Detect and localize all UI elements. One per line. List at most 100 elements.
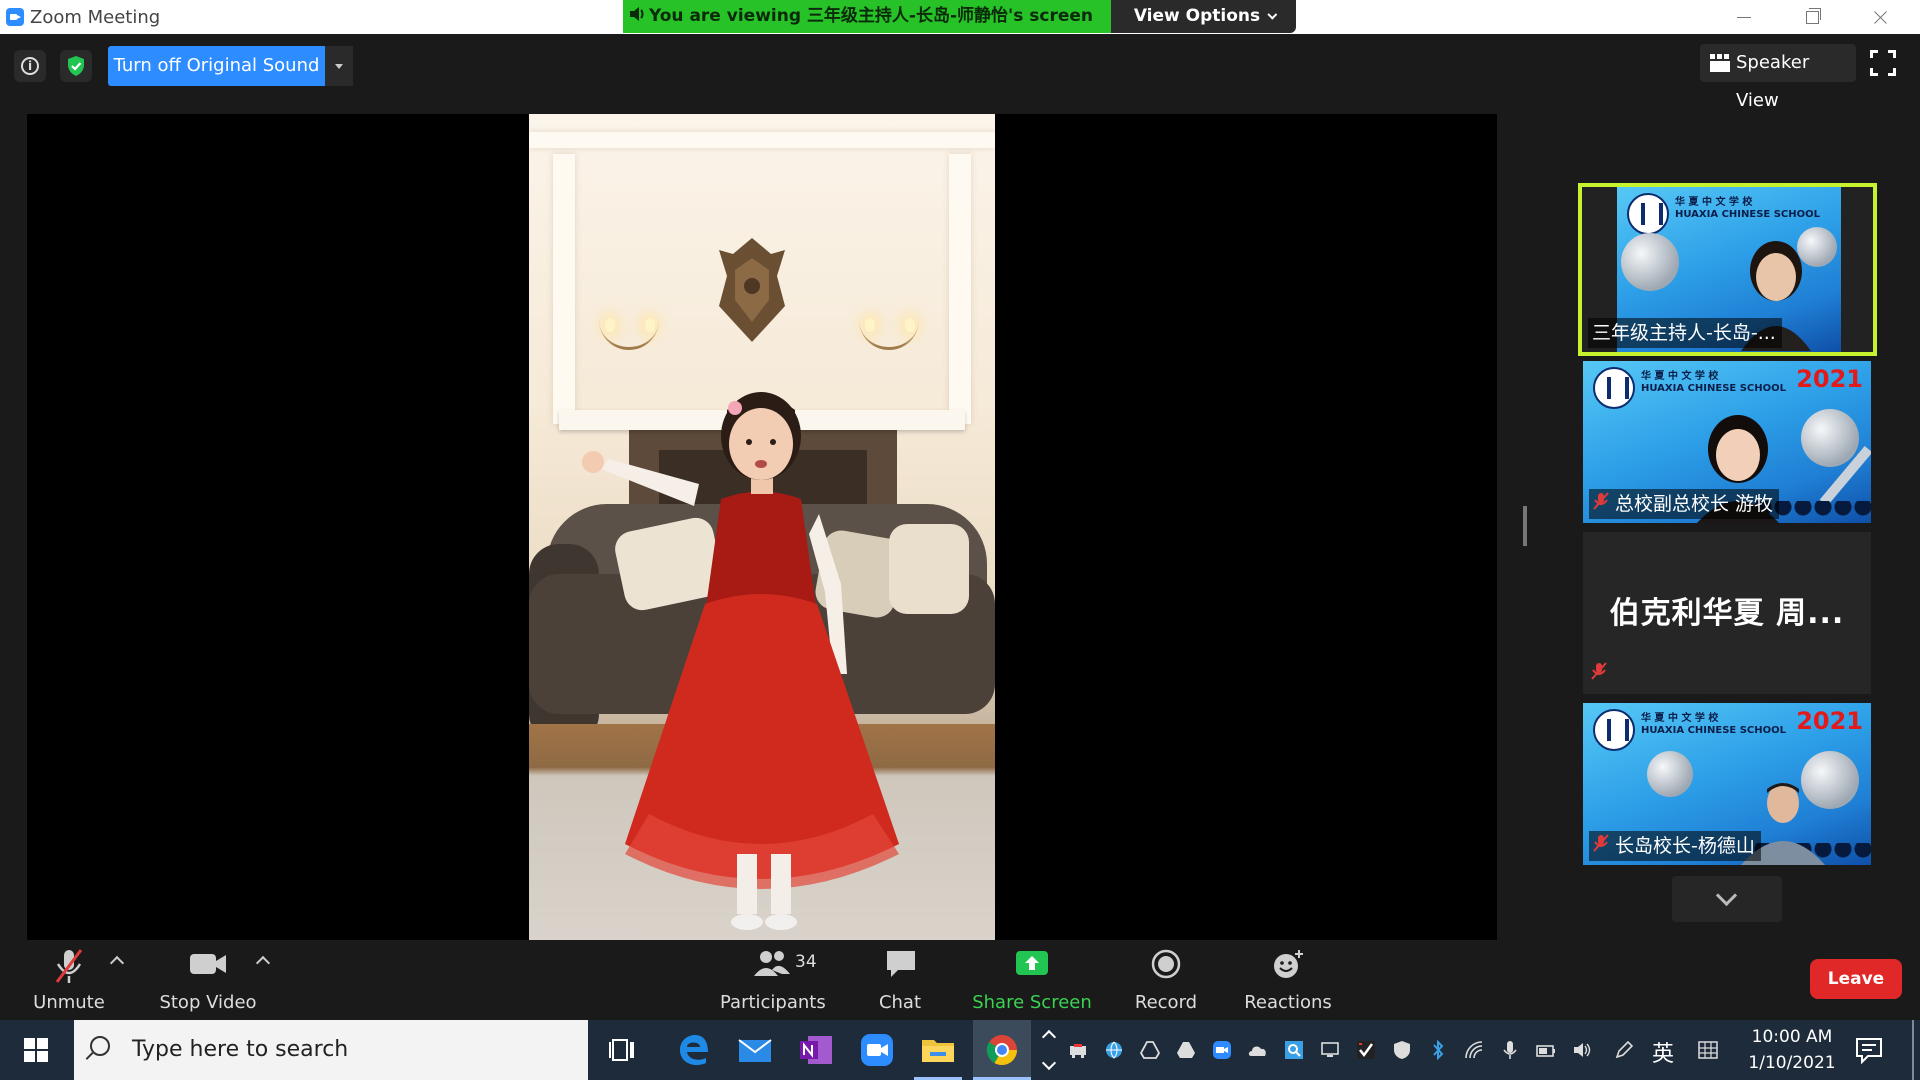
display-icon[interactable] (1320, 1040, 1340, 1060)
participants-icon (754, 951, 790, 976)
close-window-button[interactable] (1852, 0, 1908, 34)
school-name-en: HUAXIA CHINESE SCHOOL (1675, 209, 1820, 220)
video-camera-icon (190, 954, 226, 974)
audio-options-caret[interactable] (109, 955, 125, 971)
bluetooth-icon[interactable] (1428, 1040, 1448, 1060)
viewing-screen-banner: You are viewing 三年级主持人-长岛-师静怡's screen (623, 0, 1111, 33)
view-options-label: View Options (1133, 6, 1261, 26)
mail-icon[interactable] (737, 1032, 773, 1068)
zoom-tray-icon[interactable] (1212, 1040, 1232, 1060)
school-name: 华 夏 中 文 学 校 (1675, 197, 1753, 208)
participant-video-tile[interactable]: 华 夏 中 文 学 校 HUAXIA CHINESE SCHOOL 2021 长岛… (1583, 703, 1871, 865)
window-title-bar: Zoom Meeting You are viewing 三年级主持人-长岛-师… (0, 0, 1920, 34)
chevron-down-icon (1267, 9, 1278, 20)
leave-meeting-button[interactable]: Leave (1810, 959, 1902, 999)
taskbar-clock[interactable]: 10:00 AM 1/10/2021 (1736, 1024, 1848, 1076)
taskbar-search-box[interactable]: Type here to search (74, 1020, 588, 1080)
share-screen-icon (1016, 951, 1048, 975)
view-options-button[interactable]: View Options (1111, 0, 1296, 33)
input-language-indicator[interactable]: 英 (1652, 1036, 1674, 1068)
ime-mode-icon[interactable] (1698, 1040, 1718, 1060)
wifi-icon[interactable] (1464, 1040, 1484, 1060)
scroll-thumbnails-down-button[interactable] (1672, 876, 1782, 922)
show-desktop-button[interactable] (1912, 1020, 1914, 1080)
speaker-view-button[interactable]: Speaker View (1700, 44, 1856, 111)
chrome-icon (986, 1035, 1017, 1066)
info-icon: i (21, 57, 39, 75)
school-logo (1593, 709, 1635, 751)
chat-button[interactable]: Chat (860, 942, 940, 1020)
chat-bubble-icon (887, 951, 915, 977)
record-button[interactable]: Record (1124, 942, 1208, 1020)
participants-count: 34 (795, 952, 817, 972)
fullscreen-icon[interactable] (1870, 50, 1896, 76)
banner-year: 2021 (1796, 707, 1863, 735)
reactions-button[interactable]: Reactions (1238, 942, 1338, 1020)
google-drive-icon[interactable] (1140, 1040, 1160, 1060)
school-name-en: HUAXIA CHINESE SCHOOL (1641, 383, 1786, 394)
school-logo (1627, 193, 1669, 235)
search-icon (90, 1036, 110, 1056)
school-name-en: HUAXIA CHINESE SCHOOL (1641, 725, 1786, 736)
start-button[interactable] (0, 1020, 70, 1080)
panel-resize-handle[interactable] (1523, 506, 1527, 546)
security-shield-icon[interactable] (1392, 1040, 1412, 1060)
record-icon (1151, 949, 1181, 979)
volume-icon[interactable] (1572, 1040, 1592, 1060)
microphone-icon[interactable] (1500, 1040, 1520, 1060)
shield-check-icon (68, 56, 84, 76)
checkmark-app-icon[interactable] (1356, 1040, 1376, 1060)
participant-video-tile[interactable]: 华 夏 中 文 学 校 HUAXIA CHINESE SCHOOL 2021 总校… (1583, 361, 1871, 523)
turn-off-original-sound-button[interactable]: Turn off Original Sound (108, 46, 325, 86)
window-title: Zoom Meeting (30, 7, 161, 28)
chat-label: Chat (878, 992, 922, 1013)
security-button[interactable] (60, 50, 92, 82)
task-view-icon[interactable] (605, 1032, 641, 1068)
share-screen-label: Share Screen (972, 992, 1092, 1013)
search-placeholder: Type here to search (132, 1037, 349, 1062)
performer-figure (582, 392, 899, 930)
battery-icon[interactable] (1536, 1040, 1556, 1060)
smiley-plus-icon (1274, 950, 1303, 978)
participant-video-tile[interactable]: 华 夏 中 文 学 校 HUAXIA CHINESE SCHOOL 三年级主持人-… (1578, 183, 1877, 356)
network-drive-icon[interactable] (1068, 1040, 1088, 1060)
stop-video-button[interactable]: Stop Video (156, 942, 260, 1020)
file-explorer-icon[interactable] (920, 1032, 956, 1068)
participants-label: Participants (720, 992, 826, 1013)
participant-display-name: 伯克利华夏 周... (1609, 596, 1845, 631)
show-hidden-icons-button[interactable] (1040, 1020, 1058, 1080)
grid-icon (1710, 54, 1730, 72)
meeting-info-button[interactable]: i (14, 50, 46, 82)
participant-name-label: 长岛校长-杨德山 (1589, 831, 1761, 861)
drive-sync-icon[interactable] (1176, 1040, 1196, 1060)
windows-logo-icon (24, 1038, 35, 1049)
muted-mic-icon (55, 949, 83, 983)
participant-name: 长岛校长-杨德山 (1615, 835, 1755, 857)
clock-time: 10:00 AM (1751, 1027, 1833, 1047)
stop-video-label: Stop Video (159, 992, 257, 1013)
zoom-icon[interactable] (859, 1032, 895, 1068)
minimize-button[interactable] (1716, 0, 1772, 34)
original-sound-dropdown[interactable] (325, 46, 353, 86)
participant-name: 总校副总校长 游牧 (1615, 493, 1774, 515)
search-tool-icon[interactable] (1284, 1040, 1304, 1060)
participant-name: 三年级主持人-长岛-... (1592, 322, 1776, 344)
unmute-button[interactable]: Unmute (26, 942, 112, 1020)
onedrive-icon[interactable] (1248, 1040, 1268, 1060)
globe-icon[interactable] (1104, 1040, 1124, 1060)
pen-icon[interactable] (1614, 1040, 1634, 1060)
reactions-label: Reactions (1244, 992, 1332, 1013)
restore-button[interactable] (1784, 0, 1840, 34)
onenote-icon[interactable] (798, 1032, 834, 1068)
participant-name-label: 总校副总校长 游牧 (1589, 489, 1780, 519)
share-screen-button[interactable]: Share Screen (972, 942, 1092, 1020)
participant-video-tile[interactable]: 伯克利华夏 周... (1583, 532, 1871, 694)
chrome-taskbar-button[interactable] (973, 1020, 1031, 1080)
edge-icon[interactable] (676, 1032, 712, 1068)
windows-taskbar: Type here to search 英 10:00 AM 1/10/2021 (0, 1020, 1920, 1080)
school-name: 华 夏 中 文 学 校 (1641, 713, 1719, 724)
record-label: Record (1134, 992, 1198, 1013)
speaker-icon (629, 0, 645, 33)
meeting-controls-bar: Unmute Stop Video Participants 34 Chat S… (0, 942, 1920, 1020)
notifications-icon[interactable] (1854, 1036, 1884, 1064)
